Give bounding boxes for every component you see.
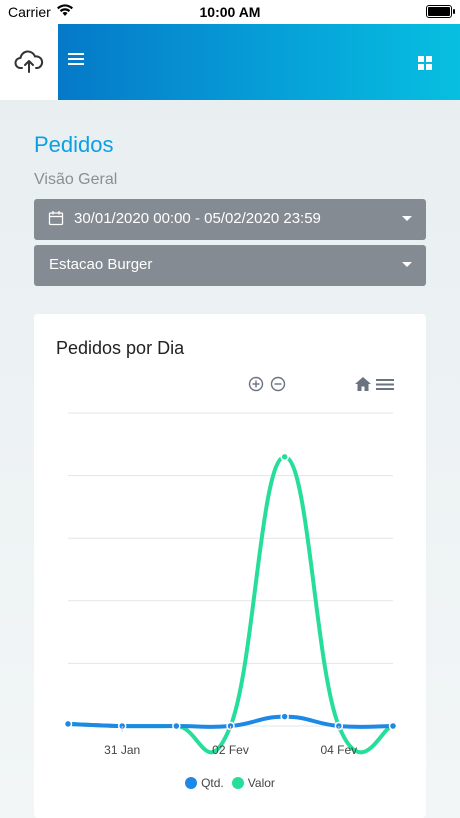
data-point-qtd — [172, 721, 181, 731]
chart-card: Pedidos por Dia 31 Jan 02 Fev 04 Fev Qtd. V… — [34, 314, 426, 818]
legend-label: Qtd. — [201, 776, 224, 790]
hamburger-icon[interactable] — [67, 50, 87, 68]
x-tick-label: 02 Fev — [212, 743, 249, 757]
page-subtitle: Visão Geral — [34, 171, 118, 188]
data-point-valor — [280, 452, 289, 462]
date-range-select[interactable]: 30/01/2020 00:00 - 05/02/2020 23:59 — [34, 199, 426, 240]
line-chart: 31 Jan 02 Fev 04 Fev — [63, 412, 398, 757]
header-logo-area — [0, 24, 58, 100]
data-point-qtd — [63, 719, 73, 729]
header-bar — [58, 24, 460, 100]
legend-marker — [185, 777, 198, 789]
app-header — [0, 24, 460, 100]
grid-icon[interactable] — [418, 56, 432, 70]
calendar-icon — [48, 211, 64, 226]
chevron-down-icon — [402, 262, 412, 267]
legend-marker — [231, 777, 244, 789]
status-bar: Carrier 10:00 AM — [0, 0, 460, 24]
series-line-valor — [66, 454, 395, 755]
date-range-value: 30/01/2020 00:00 - 05/02/2020 23:59 — [74, 210, 321, 227]
legend-label: Valor — [247, 776, 275, 790]
legend-item[interactable]: Valor — [231, 776, 275, 790]
store-value: Estacao Burger — [49, 256, 153, 273]
battery-icon — [426, 5, 455, 18]
x-tick-label: 31 Jan — [104, 743, 140, 757]
chevron-down-icon — [402, 216, 412, 221]
x-tick-label: 04 Fev — [320, 743, 357, 757]
data-point-qtd — [280, 712, 289, 721]
chart-legend: Qtd. Valor — [34, 776, 426, 790]
data-point-qtd — [388, 721, 398, 731]
page-title: Pedidos — [34, 132, 114, 157]
legend-item[interactable]: Qtd. — [185, 776, 224, 790]
store-select[interactable]: Estacao Burger — [34, 245, 426, 286]
clock-label: 10:00 AM — [199, 4, 261, 20]
cloud-upload-icon[interactable] — [14, 48, 44, 74]
